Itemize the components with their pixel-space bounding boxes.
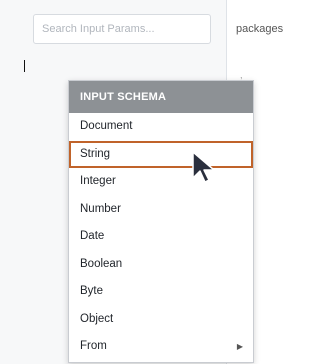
menu-header: INPUT SCHEMA — [69, 81, 253, 113]
menu-item-object[interactable]: Object — [69, 306, 253, 334]
menu-item-date[interactable]: Date — [69, 223, 253, 251]
chevron-right-icon: ▶ — [236, 342, 243, 351]
menu-item-document[interactable]: Document — [69, 113, 253, 141]
menu-item-string[interactable]: String — [69, 140, 253, 168]
packages-tick: , — [240, 70, 243, 80]
menu-item-integer[interactable]: Integer — [69, 168, 253, 196]
menu-item-from[interactable]: From ▶ — [69, 333, 253, 361]
menu-item-number[interactable]: Number — [69, 196, 253, 224]
menu-item-boolean[interactable]: Boolean — [69, 251, 253, 279]
text-caret — [24, 60, 25, 72]
input-schema-menu: INPUT SCHEMA Document String Integer Num… — [68, 80, 254, 363]
mouse-pointer-icon — [192, 151, 215, 183]
search-input-params[interactable] — [33, 14, 211, 44]
packages-label: packages — [236, 23, 284, 35]
menu-item-byte[interactable]: Byte — [69, 278, 253, 306]
menu-item-from-label: From — [80, 340, 107, 352]
